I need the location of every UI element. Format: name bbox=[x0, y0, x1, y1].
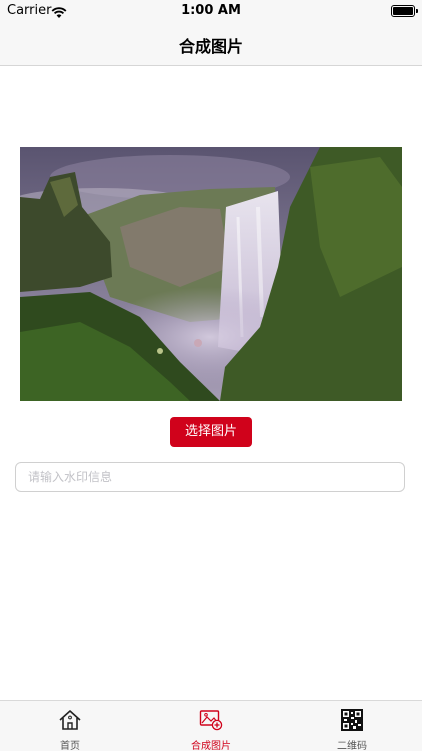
home-icon bbox=[58, 709, 82, 731]
battery-icon bbox=[391, 5, 418, 17]
navigation-bar: 合成图片 bbox=[0, 22, 422, 66]
tab-bar: 首页 合成图片 二维码 bbox=[0, 700, 422, 752]
page-title: 合成图片 bbox=[178, 37, 243, 56]
status-time: 1:00 AM bbox=[181, 3, 241, 18]
status-bar: Carrier 1:00 AM bbox=[0, 0, 422, 22]
qr-code-icon bbox=[340, 709, 364, 731]
image-add-icon bbox=[199, 709, 223, 731]
watermark-input[interactable] bbox=[15, 462, 405, 492]
preview-image bbox=[20, 147, 402, 401]
tab-qr-code[interactable]: 二维码 bbox=[282, 701, 422, 752]
tab-compose-image[interactable]: 合成图片 bbox=[141, 701, 281, 752]
select-image-button[interactable]: 选择图片 bbox=[170, 417, 252, 447]
tab-home[interactable]: 首页 bbox=[0, 701, 140, 752]
